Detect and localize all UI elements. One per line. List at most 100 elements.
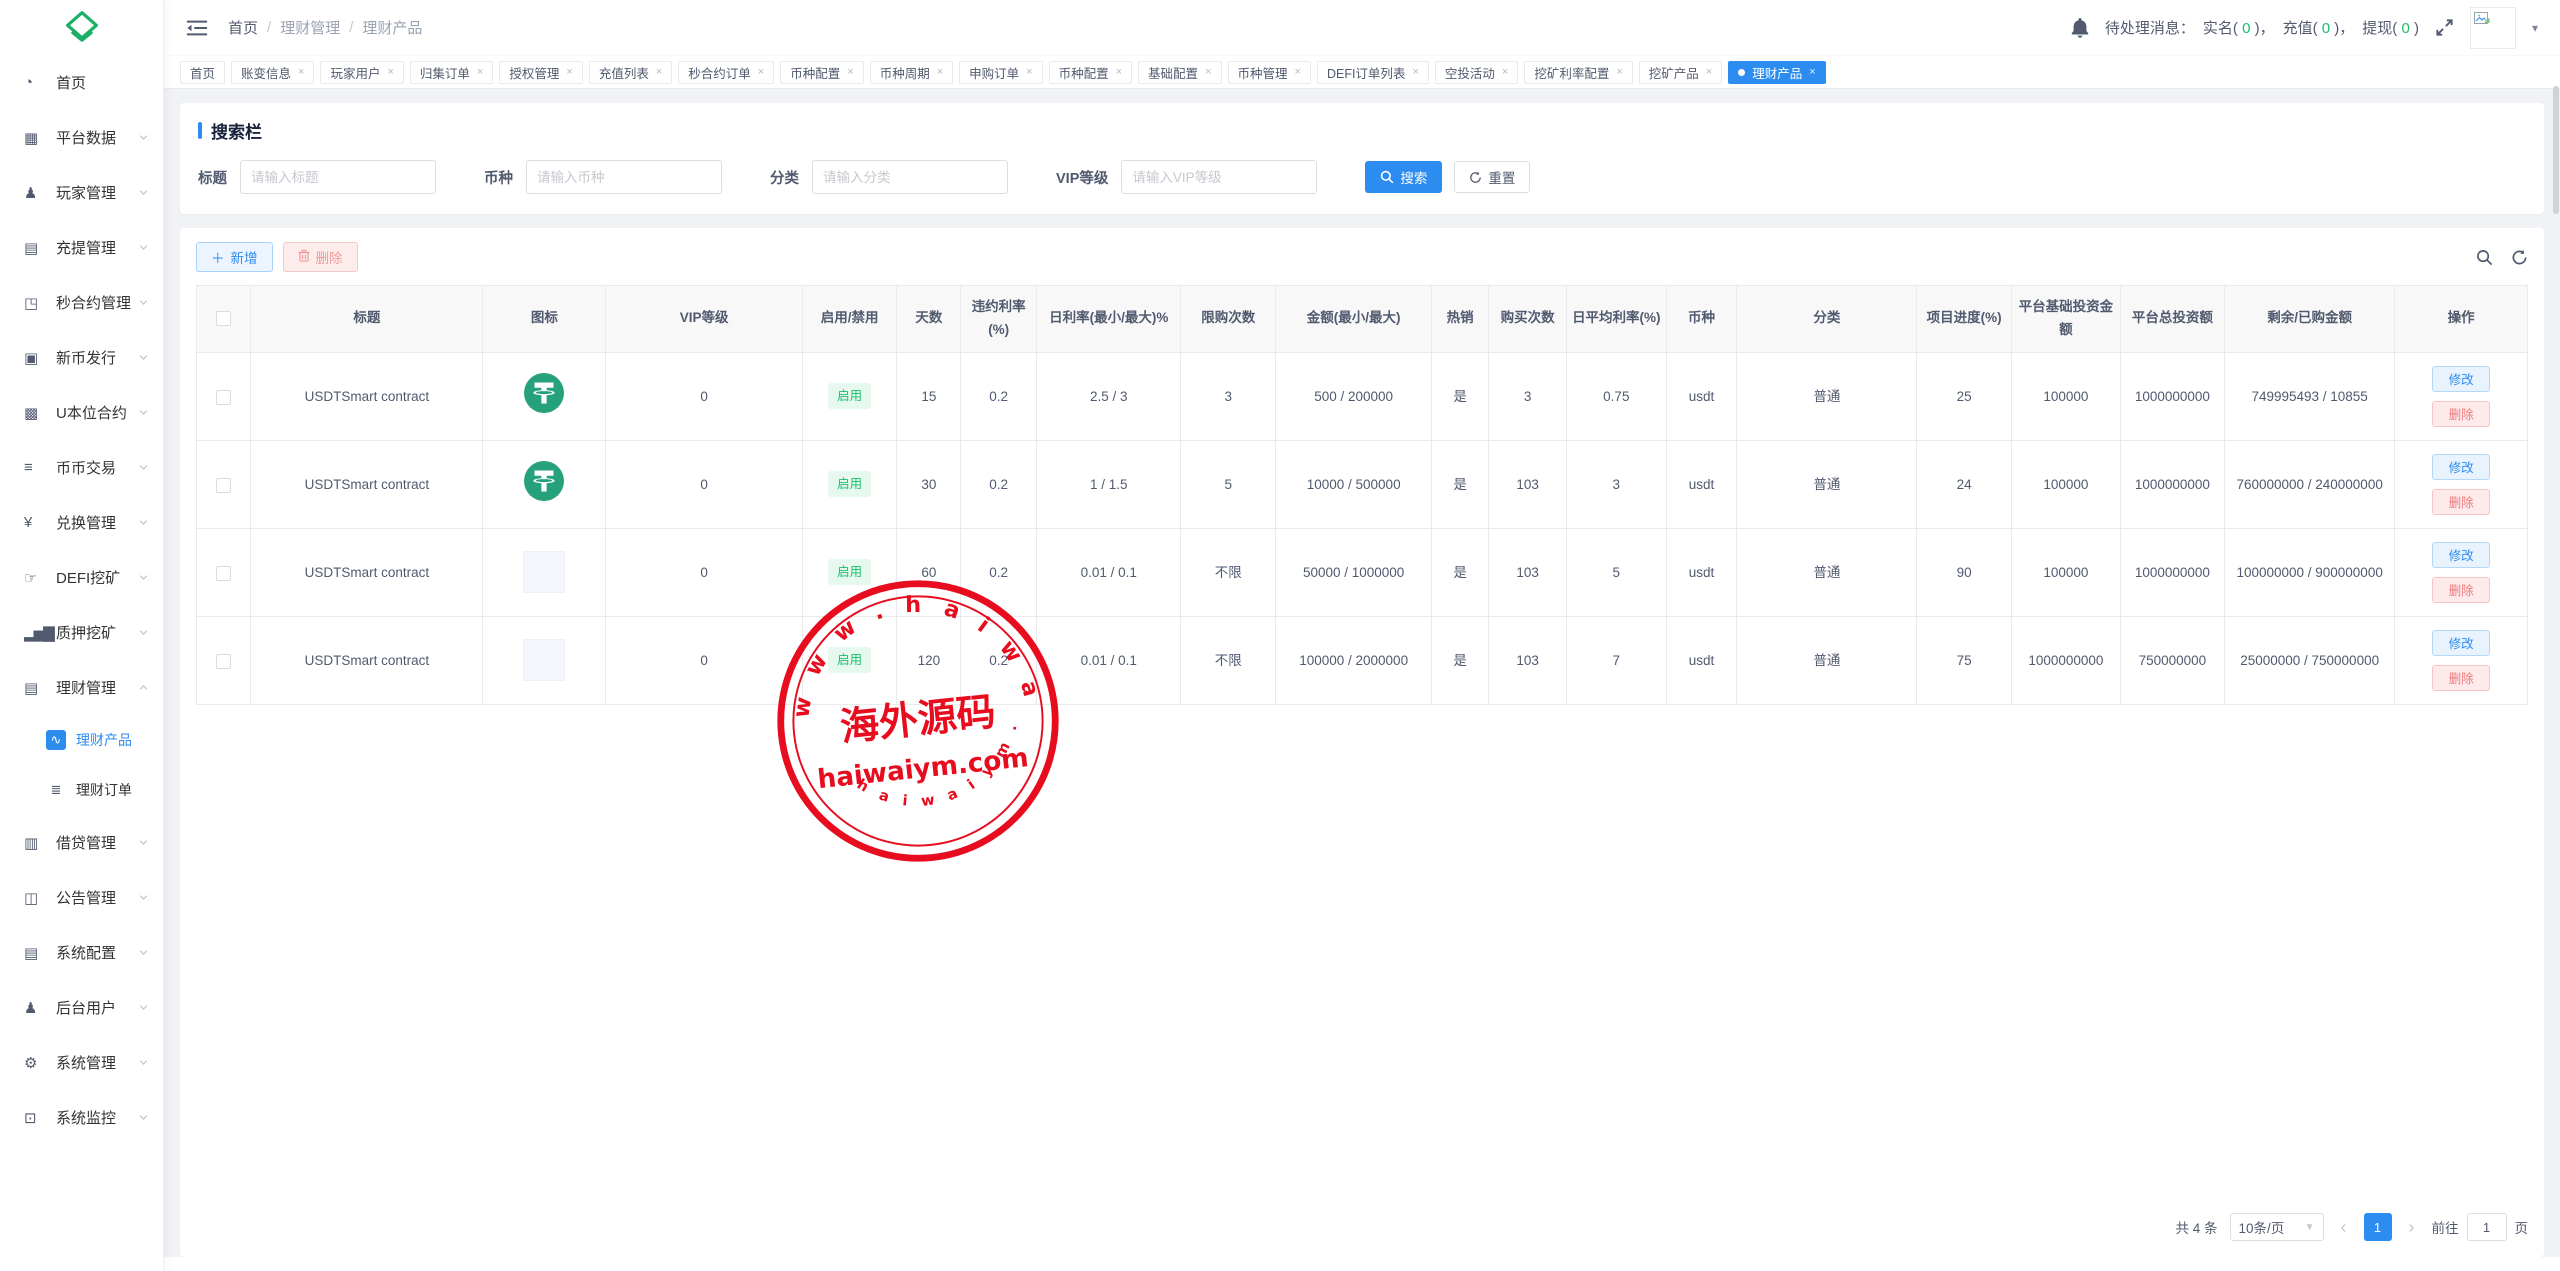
row-checkbox[interactable] [216, 566, 231, 581]
tab-close-icon[interactable]: × [1809, 66, 1815, 78]
sidebar-item-coin-coin-trade[interactable]: ≡币币交易 [0, 440, 163, 495]
tab-close-icon[interactable]: × [1116, 66, 1122, 78]
tab-close-icon[interactable]: × [298, 66, 304, 78]
sidebar-item-platform-data[interactable]: ▦平台数据 [0, 110, 163, 165]
tab-充值列表[interactable]: 充值列表× [589, 61, 672, 84]
tab-币种管理[interactable]: 币种管理× [1228, 61, 1311, 84]
notification-bell-icon[interactable] [2071, 18, 2089, 38]
sidebar-item-u-margin-contract[interactable]: ▩U本位合约 [0, 385, 163, 440]
row-checkbox[interactable] [216, 478, 231, 493]
tab-close-icon[interactable]: × [758, 66, 764, 78]
coin-input[interactable] [526, 160, 722, 194]
row-checkbox[interactable] [216, 390, 231, 405]
sidebar-item-defi-mining[interactable]: ☞DEFI挖矿 [0, 550, 163, 605]
tab-玩家用户[interactable]: 玩家用户× [320, 61, 403, 84]
tab-close-icon[interactable]: × [566, 66, 572, 78]
sidebar-item-wealth-products[interactable]: ∿理财产品 [0, 715, 163, 765]
edit-button[interactable]: 修改 [2432, 366, 2490, 392]
chevron-down-icon [138, 837, 149, 848]
sidebar-item-home[interactable]: ◔首页 [0, 55, 163, 110]
goto-page-input[interactable] [2467, 1213, 2507, 1241]
tab-首页[interactable]: 首页 [180, 61, 225, 84]
breadcrumb-item[interactable]: 理财管理 [280, 17, 340, 38]
tab-close-icon[interactable]: × [1616, 66, 1622, 78]
sidebar-item-announcement-mgmt[interactable]: ◫公告管理 [0, 870, 163, 925]
tab-理财产品[interactable]: 理财产品× [1728, 61, 1825, 84]
sidebar-item-staking-mining[interactable]: ▂▅▇质押挖矿 [0, 605, 163, 660]
user-menu-caret-icon[interactable]: ▾ [2532, 21, 2538, 35]
tab-挖矿产品[interactable]: 挖矿产品× [1639, 61, 1722, 84]
cell-daily_rate: 1 / 1.5 [1037, 440, 1181, 528]
scrollbar-thumb[interactable] [2553, 86, 2559, 214]
tab-币种周期[interactable]: 币种周期× [870, 61, 953, 84]
batch-delete-button[interactable]: 删除 [283, 242, 358, 272]
pending-messages[interactable]: 待处理消息：实名( 0 )，充值( 0 )，提现( 0 ) [2105, 17, 2419, 38]
tab-label: 币种配置 [1059, 63, 1109, 82]
edit-button[interactable]: 修改 [2432, 542, 2490, 568]
tab-close-icon[interactable]: × [1205, 66, 1211, 78]
tab-归集订单[interactable]: 归集订单× [410, 61, 493, 84]
avatar[interactable] [2470, 7, 2516, 49]
tab-账变信息[interactable]: 账变信息× [231, 61, 314, 84]
sidebar-item-deposit-withdraw-mgmt[interactable]: ▤充提管理 [0, 220, 163, 275]
sidebar-item-player-mgmt[interactable]: ♟玩家管理 [0, 165, 163, 220]
tab-申购订单[interactable]: 申购订单× [959, 61, 1042, 84]
delete-button[interactable]: 删除 [2432, 577, 2490, 603]
sidebar-item-lending-mgmt[interactable]: ▥借贷管理 [0, 815, 163, 870]
sidebar-item-wealth-mgmt[interactable]: ▤理财管理 [0, 660, 163, 715]
tab-close-icon[interactable]: × [387, 66, 393, 78]
row-checkbox[interactable] [216, 654, 231, 669]
tab-close-icon[interactable]: × [1706, 66, 1712, 78]
reset-button[interactable]: 重置 [1454, 161, 1530, 193]
tab-币种配置[interactable]: 币种配置 × [1049, 61, 1132, 84]
tab-秒合约订单[interactable]: 秒合约订单× [678, 61, 774, 84]
brand-logo[interactable] [0, 0, 163, 55]
tab-空投活动[interactable]: 空投活动× [1435, 61, 1518, 84]
chevron-down-icon [138, 627, 149, 638]
sidebar-item-second-contract-mgmt[interactable]: ◳秒合约管理 [0, 275, 163, 330]
tab-close-icon[interactable]: × [1412, 66, 1418, 78]
sidebar-item-new-coin-issue[interactable]: ▣新币发行 [0, 330, 163, 385]
tab-close-icon[interactable]: × [656, 66, 662, 78]
sidebar-item-system-mgmt[interactable]: ⚙系统管理 [0, 1035, 163, 1090]
next-page-button[interactable]: › [2404, 1217, 2420, 1238]
sidebar-item-wealth-orders[interactable]: ≣理财订单 [0, 765, 163, 815]
tab-基础配置[interactable]: 基础配置× [1138, 61, 1221, 84]
tether-icon [523, 372, 565, 414]
category-input[interactable] [812, 160, 1008, 194]
toggle-search-icon[interactable] [2476, 249, 2493, 266]
breadcrumb-item[interactable]: 首页 [228, 17, 258, 38]
tab-授权管理[interactable]: 授权管理× [499, 61, 582, 84]
tab-close-icon[interactable]: × [1295, 66, 1301, 78]
tab-close-icon[interactable]: × [1026, 66, 1032, 78]
tab-close-icon[interactable]: × [1502, 66, 1508, 78]
tab-close-icon[interactable]: × [847, 66, 853, 78]
sidebar-item-admin-users[interactable]: ♟后台用户 [0, 980, 163, 1035]
fullscreen-icon[interactable] [2435, 18, 2454, 37]
page-size-select[interactable]: 10条/页 ▼ [2230, 1213, 2324, 1241]
edit-button[interactable]: 修改 [2432, 630, 2490, 656]
cell-status: 启用 [802, 440, 897, 528]
page-number-button[interactable]: 1 [2364, 1213, 2392, 1241]
delete-button[interactable]: 删除 [2432, 401, 2490, 427]
delete-button[interactable]: 删除 [2432, 665, 2490, 691]
breadcrumb-item[interactable]: 理财产品 [362, 17, 422, 38]
refresh-icon[interactable] [2511, 249, 2528, 266]
select-all-checkbox[interactable] [216, 311, 231, 326]
title-input[interactable] [240, 160, 436, 194]
tab-close-icon[interactable]: × [937, 66, 943, 78]
collapse-menu-icon[interactable] [186, 18, 208, 38]
add-button[interactable]: ＋ 新增 [196, 242, 273, 272]
search-button[interactable]: 搜索 [1365, 161, 1442, 193]
sidebar-item-exchange-mgmt[interactable]: ¥兑换管理 [0, 495, 163, 550]
sidebar-item-system-monitor[interactable]: ⊡系统监控 [0, 1090, 163, 1145]
sidebar-item-system-config[interactable]: ▤系统配置 [0, 925, 163, 980]
prev-page-button[interactable]: ‹ [2336, 1217, 2352, 1238]
tab-币种配置[interactable]: 币种配置× [780, 61, 863, 84]
tab-挖矿利率配置[interactable]: 挖矿利率配置× [1524, 61, 1632, 84]
delete-button[interactable]: 删除 [2432, 489, 2490, 515]
tab-DEFI订单列表[interactable]: DEFI订单列表× [1317, 61, 1429, 84]
vip-level-input[interactable] [1121, 160, 1317, 194]
tab-close-icon[interactable]: × [477, 66, 483, 78]
edit-button[interactable]: 修改 [2432, 454, 2490, 480]
